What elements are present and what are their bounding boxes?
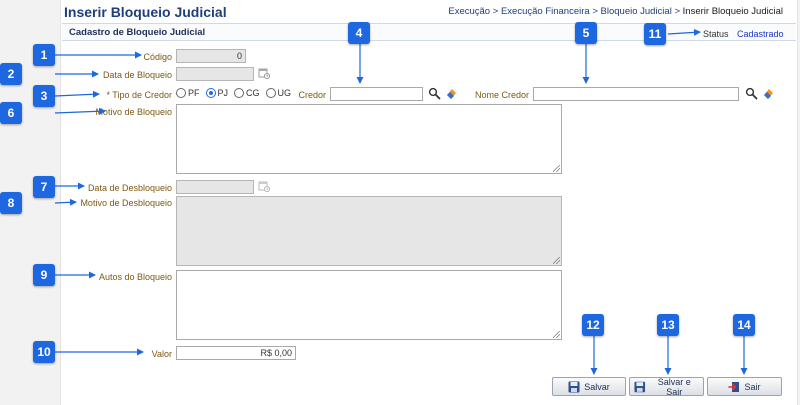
- codigo-label: Código: [143, 52, 172, 62]
- credor-label: Credor: [298, 90, 326, 100]
- nome-credor-search-icon[interactable]: [745, 87, 758, 100]
- radio-pf-label: PF: [188, 88, 200, 98]
- calendar-icon: [258, 181, 270, 192]
- radio-cg[interactable]: CG: [234, 88, 260, 98]
- valor-label: Valor: [151, 349, 172, 359]
- motivo-desbloqueio-label: Motivo de Desbloqueio: [80, 198, 172, 208]
- breadcrumb-current: Inserir Bloqueio Judicial: [682, 6, 783, 17]
- credor-clear-icon[interactable]: [445, 87, 458, 100]
- radio-ug-circle[interactable]: [265, 88, 276, 98]
- data-desbloqueio-label: Data de Desbloqueio: [87, 183, 172, 193]
- annotation-badge-2: 2: [0, 63, 22, 85]
- autos-bloqueio-label: Autos do Bloqueio: [98, 272, 172, 282]
- nome-credor-input[interactable]: [533, 87, 739, 101]
- floppy-icon: [634, 381, 646, 392]
- motivo-bloqueio-label: Motivo de Bloqueio: [95, 107, 172, 117]
- radio-cg-circle[interactable]: [234, 88, 245, 98]
- annotation-badge-6: 6: [0, 102, 22, 124]
- codigo-field: [176, 49, 246, 63]
- credor-input[interactable]: [330, 87, 423, 101]
- data-bloqueio-label: Data de Bloqueio: [102, 70, 172, 80]
- nome-credor-label: Nome Credor: [474, 90, 529, 100]
- sair-button[interactable]: Sair: [707, 377, 782, 396]
- motivo-bloqueio-textarea[interactable]: [176, 104, 562, 174]
- annotation-badge-12: 12: [582, 314, 604, 336]
- sair-button-label: Sair: [744, 381, 761, 392]
- annotation-badge-3: 3: [33, 85, 55, 107]
- section-title: Cadastro de Bloqueio Judicial: [69, 27, 206, 38]
- annotation-badge-1: 1: [33, 44, 55, 66]
- annotation-badge-13: 13: [657, 314, 679, 336]
- salvar-button-label: Salvar: [584, 381, 610, 392]
- annotation-badge-4: 4: [348, 22, 370, 44]
- breadcrumb-separator: >: [592, 6, 598, 17]
- tipo-credor-label: * Tipo de Credor: [106, 90, 172, 100]
- salvar-e-sair-button-label: Salvar e Sair: [657, 376, 691, 397]
- annotation-badge-5: 5: [575, 22, 597, 44]
- motivo-desbloqueio-textarea: [176, 196, 562, 266]
- valor-input[interactable]: [176, 346, 296, 360]
- status-value: Cadastrado: [737, 29, 784, 39]
- page-title: Inserir Bloqueio Judicial: [64, 4, 227, 20]
- annotation-badge-8: 8: [0, 192, 22, 214]
- breadcrumb: Execução > Execução Financeira > Bloquei…: [448, 6, 783, 17]
- calendar-icon[interactable]: [258, 67, 270, 79]
- nome-credor-clear-icon[interactable]: [762, 87, 775, 100]
- status-label: Status: [703, 29, 729, 39]
- annotation-badge-7: 7: [33, 176, 55, 198]
- motivo-desbloqueio-resize-handle: [553, 257, 560, 264]
- breadcrumb-execucao[interactable]: Execução: [448, 6, 490, 17]
- annotation-badge-11: 11: [644, 23, 666, 45]
- radio-ug[interactable]: UG: [265, 88, 292, 98]
- annotation-badge-10: 10: [33, 341, 55, 363]
- breadcrumb-bloqueio-judicial[interactable]: Bloqueio Judicial: [601, 6, 672, 17]
- motivo-bloqueio-resize-handle[interactable]: [553, 165, 560, 172]
- data-desbloqueio-field: [176, 180, 254, 194]
- credor-search-icon[interactable]: [428, 87, 441, 100]
- radio-pj-label: PJ: [217, 88, 229, 98]
- radio-pf-circle[interactable]: [176, 88, 186, 98]
- floppy-icon: [568, 381, 580, 392]
- radio-pj-circle[interactable]: [205, 88, 216, 98]
- tipo-credor-radio-group: PF PJ CG UG: [176, 88, 294, 98]
- salvar-e-sair-button[interactable]: Salvar e Sair: [629, 376, 704, 397]
- breadcrumb-separator: >: [674, 6, 681, 17]
- radio-ug-label: UG: [277, 88, 292, 98]
- radio-pf[interactable]: PF: [176, 88, 200, 98]
- data-bloqueio-field[interactable]: [176, 67, 254, 81]
- breadcrumb-execucao-financeira[interactable]: Execução Financeira: [501, 6, 590, 17]
- annotation-badge-14: 14: [733, 314, 755, 336]
- breadcrumb-separator: >: [492, 6, 499, 17]
- autos-bloqueio-resize-handle[interactable]: [553, 331, 560, 338]
- autos-bloqueio-textarea[interactable]: [176, 270, 562, 340]
- exit-icon: [728, 381, 740, 392]
- radio-cg-label: CG: [246, 88, 260, 98]
- salvar-button[interactable]: Salvar: [552, 377, 626, 396]
- annotation-badge-9: 9: [33, 264, 55, 286]
- radio-pj[interactable]: PJ: [205, 88, 229, 98]
